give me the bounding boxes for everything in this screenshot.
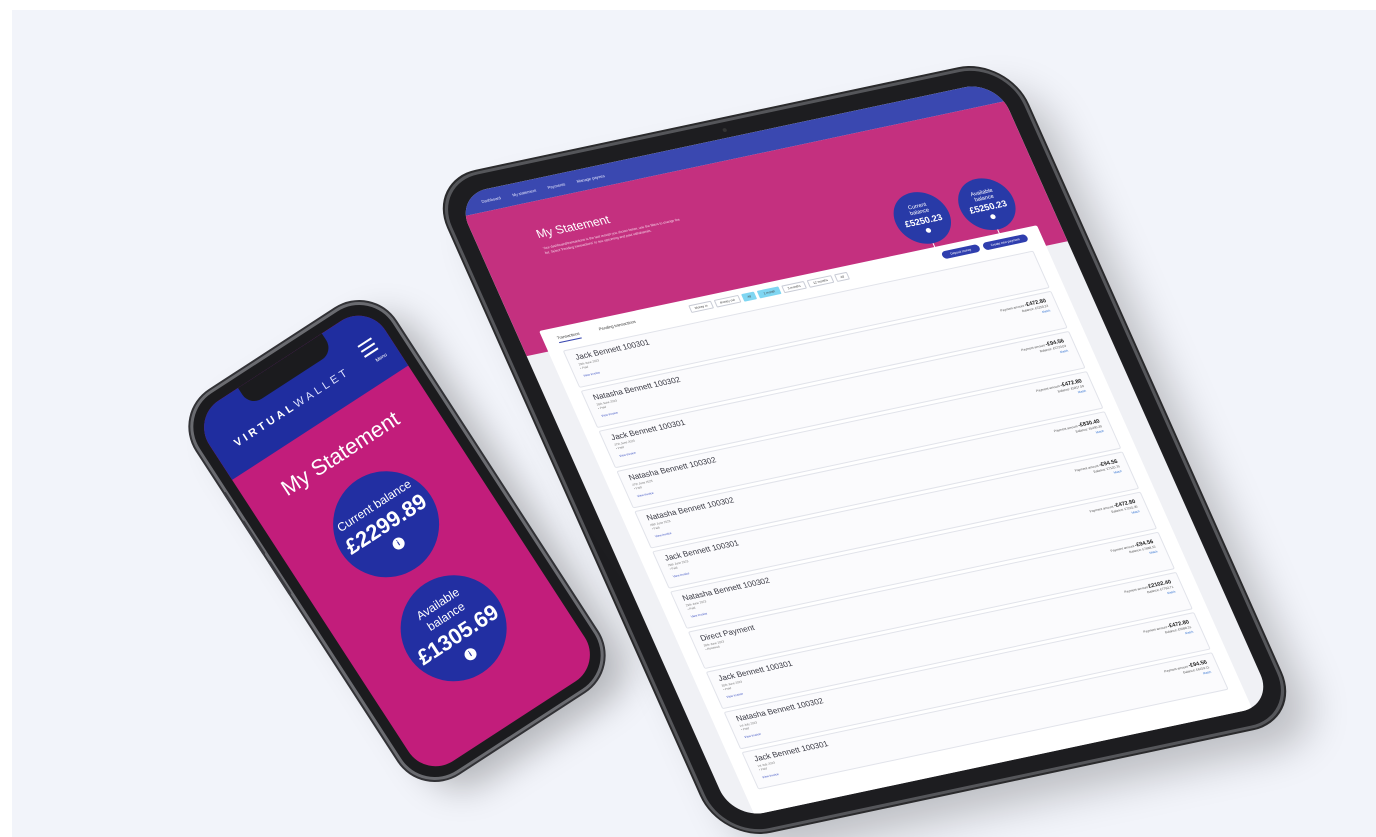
- create-new-payment-button[interactable]: Create new payment: [981, 233, 1030, 251]
- view-invoice-link[interactable]: View invoice: [726, 692, 744, 699]
- payee-name: Jack Bennett 100301: [573, 337, 651, 362]
- payment-amount-block: Payment amount -£94.56 Balance: £7120.79 M…: [1074, 459, 1123, 483]
- tab-transactions[interactable]: Transactions: [556, 330, 582, 344]
- view-invoice-link[interactable]: View invoice: [619, 451, 637, 458]
- showcase-background: Dashboard My statement Payments Manage p…: [12, 10, 1376, 837]
- payment-amount-block: [1027, 259, 1033, 273]
- tab-pending-transactions[interactable]: Pending transactions: [598, 319, 638, 334]
- view-invoice-link[interactable]: View invoice: [744, 732, 762, 739]
- filter-money-in[interactable]: Money in: [688, 300, 715, 313]
- nav-item-manage-payees[interactable]: Manage payees: [575, 173, 605, 184]
- tablet-camera: [721, 127, 728, 133]
- filter-money-out[interactable]: Money out: [713, 294, 742, 308]
- match-badge[interactable]: Match: [1149, 549, 1159, 555]
- match-badge[interactable]: Match: [1131, 509, 1141, 515]
- filter-all-direction[interactable]: All: [740, 291, 758, 302]
- payment-amount-label: Payment amount: [1123, 585, 1149, 594]
- payment-amount-block: Payment amount -£830.40 Balance: £6290.39…: [1053, 419, 1105, 444]
- payment-amount-block: Payment amount -£94.56 Balance: £6153.11 M…: [1163, 660, 1212, 684]
- view-invoice-link[interactable]: View invoice: [672, 571, 690, 578]
- match-badge[interactable]: Match: [1077, 389, 1087, 395]
- match-badge[interactable]: Match: [1095, 429, 1105, 435]
- phone-side-button: [222, 491, 238, 512]
- phone-header: VIRTUALWALLET Menu: [191, 303, 409, 480]
- view-invoice-link[interactable]: View invoice: [601, 411, 619, 418]
- transaction-list: Jack Bennett 100301 26th June 2023 • Paid V…: [562, 250, 1230, 793]
- available-balance-value: £5250.23: [967, 197, 1009, 216]
- match-badge[interactable]: Match: [1113, 469, 1123, 475]
- filter-all-time[interactable]: All: [833, 271, 851, 282]
- payment-amount: [1027, 258, 1029, 264]
- logo-bold: VIRTUAL: [232, 400, 299, 450]
- info-icon[interactable]: [988, 213, 996, 220]
- payment-amount-block: Payment amount -£472.80 Balance: £5680.31…: [1143, 619, 1195, 644]
- view-invoice-link[interactable]: View invoice: [654, 531, 672, 538]
- view-invoice-link[interactable]: View invoice: [690, 611, 708, 618]
- filter-3-months[interactable]: 3 months: [781, 280, 808, 294]
- info-icon[interactable]: i: [461, 645, 479, 663]
- phone-available-balance-circle: Available balance £1305.69 i: [380, 554, 527, 702]
- nav-item-payments[interactable]: Payments: [546, 181, 565, 189]
- match-badge[interactable]: Match: [1041, 308, 1051, 314]
- match-badge[interactable]: Match: [1167, 590, 1177, 596]
- payment-amount-block: Payment amount -£472.80 Balance: £5817.59…: [1035, 379, 1087, 403]
- match-badge[interactable]: Match: [1202, 670, 1212, 676]
- nav-item-my-statement[interactable]: My statement: [511, 187, 537, 197]
- current-balance-value: £5250.23: [902, 211, 944, 229]
- payment-amount-block: Payment amount -£472.80 Balance: £5250.23…: [1000, 298, 1052, 323]
- current-balance-bubble: Current balance £5250.23: [884, 187, 960, 249]
- match-badge[interactable]: Match: [1184, 630, 1194, 636]
- match-badge[interactable]: Match: [1059, 349, 1069, 355]
- nav-item-dashboard[interactable]: Dashboard: [480, 195, 501, 204]
- filter-1-month[interactable]: 1 month: [757, 286, 782, 299]
- transactions-card: Transactions Pending transactions Money …: [539, 225, 1253, 815]
- payment-amount-label: [1027, 259, 1029, 263]
- payment-amount-block: Payment amount £2102.40 Balance: £7782.71…: [1123, 579, 1177, 604]
- payment-amount-block: Payment amount -£94.56 Balance: £5723.03 M…: [1020, 338, 1069, 362]
- available-balance-bubble: Available balance £5250.23: [949, 173, 1025, 236]
- running-balance: [1029, 264, 1031, 268]
- tablet-device: Dashboard My statement Payments Manage p…: [432, 62, 1297, 837]
- payment-amount-block: Payment amount -£94.56 Balance: £7688.15 M…: [1110, 539, 1159, 563]
- tablet-screen: Dashboard My statement Payments Manage p…: [455, 80, 1274, 820]
- info-icon[interactable]: [924, 227, 932, 233]
- filter-12-months[interactable]: 12 months: [806, 275, 835, 288]
- deposit-money-button[interactable]: Deposit money: [940, 244, 981, 260]
- payment-amount-block: Payment amount -£472.80 Balance: £7215.35…: [1089, 499, 1141, 524]
- view-invoice-link[interactable]: View invoice: [636, 491, 654, 498]
- payee-name: Direct Payment: [698, 623, 757, 643]
- info-icon[interactable]: i: [390, 535, 407, 552]
- view-invoice-link[interactable]: View invoice: [583, 370, 601, 377]
- view-invoice-link[interactable]: View invoice: [762, 772, 780, 779]
